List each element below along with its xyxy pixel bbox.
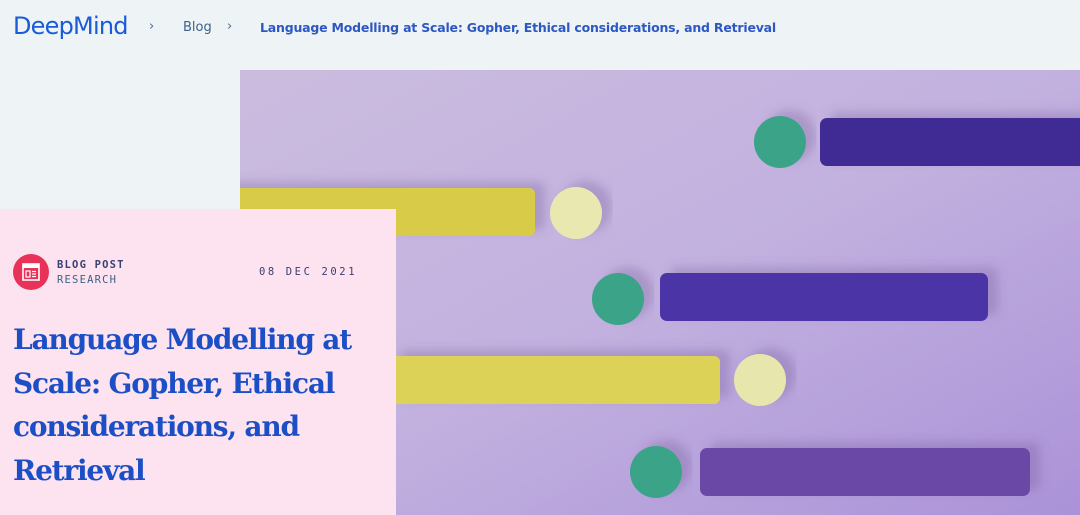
chevron-right-icon: › [149, 19, 155, 34]
chevron-right-icon: › [227, 19, 233, 34]
post-category-link[interactable]: RESEARCH [57, 274, 117, 286]
breadcrumb-blog-link[interactable]: Blog [183, 20, 212, 35]
teal-dot [754, 116, 806, 168]
teal-dot [592, 273, 644, 325]
teal-dot [630, 446, 682, 498]
post-date: 08 DEC 2021 [259, 266, 358, 278]
purple-bar [660, 273, 988, 321]
post-title: Language Modelling at Scale: Gopher, Eth… [13, 323, 352, 487]
yellow-bar [390, 356, 720, 404]
purple-bar [820, 118, 1080, 166]
cream-dot [734, 354, 786, 406]
purple-bar [700, 448, 1030, 496]
breadcrumb-current-page[interactable]: Language Modelling at Scale: Gopher, Eth… [260, 20, 776, 35]
cream-dot [550, 187, 602, 239]
article-icon [13, 254, 49, 290]
site-header: DeepMind › Blog › Language Modelling at … [0, 0, 1080, 60]
deepmind-logo[interactable]: DeepMind [13, 12, 128, 40]
post-type-label: BLOG POST [57, 259, 125, 271]
